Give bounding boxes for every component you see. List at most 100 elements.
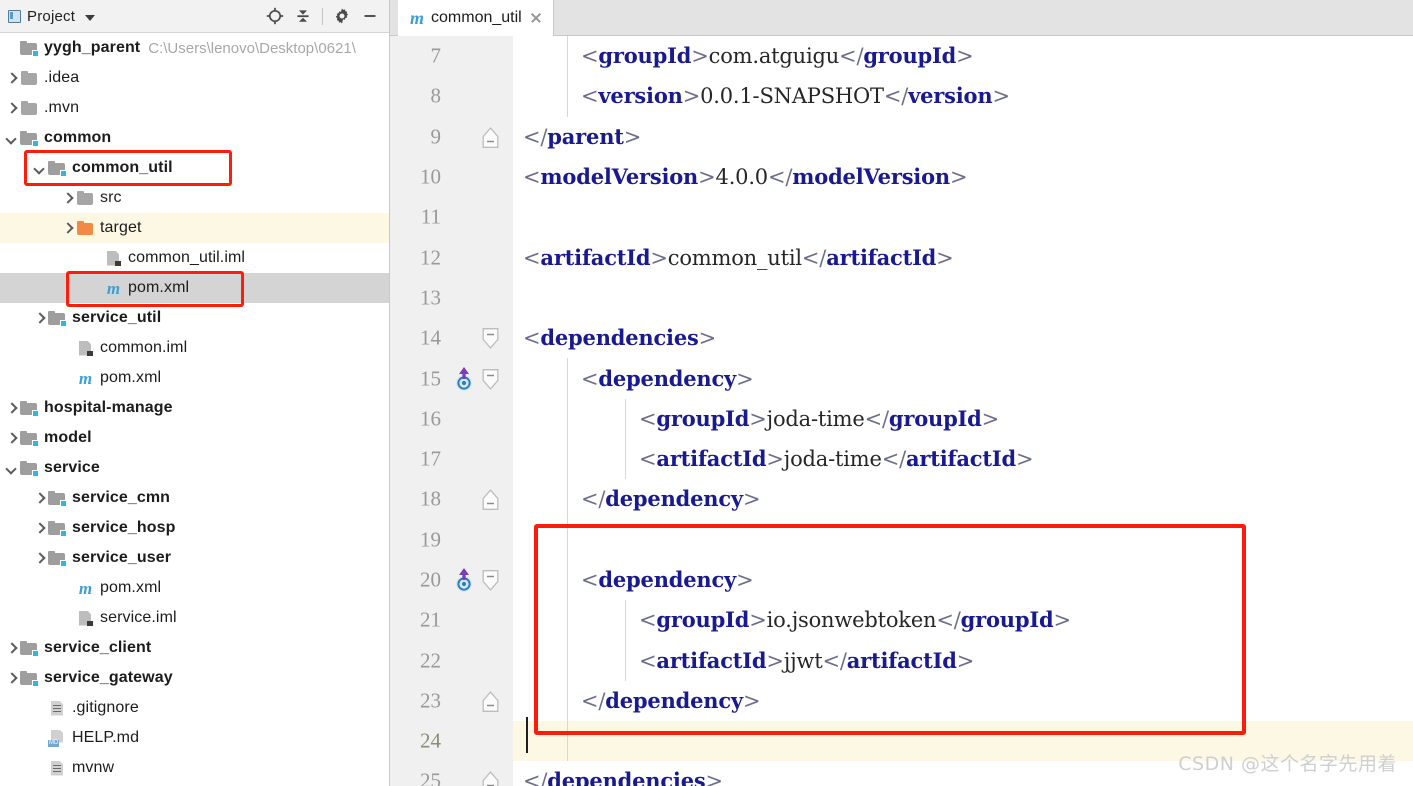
project-tree[interactable]: yygh_parent C:\Users\lenovo\Desktop\0621\… <box>0 33 389 786</box>
code-token: joda-time <box>783 447 882 472</box>
maven-dependency-marker-icon[interactable] <box>453 567 475 593</box>
tree-node-service-user[interactable]: service_user <box>0 543 389 573</box>
tree-node-pom-xml[interactable]: m pom.xml <box>0 363 389 393</box>
code-line-17[interactable]: 17 < artifactId > joda-time </artifactId > <box>390 438 1413 480</box>
locate-in-tree-icon[interactable] <box>262 3 288 29</box>
code-line-12[interactable]: 12 < artifactId > common_util </artifactId > <box>390 237 1413 278</box>
tree-node-pom-xml[interactable]: m pom.xml <box>0 273 389 303</box>
tree-toggle-right-icon[interactable] <box>4 101 18 115</box>
tree-node-pom-xml[interactable]: m pom.xml <box>0 573 389 603</box>
editor-gutter[interactable]: 23 <box>390 680 513 722</box>
editor-gutter[interactable]: 7 <box>390 36 513 77</box>
tree-node-idea[interactable]: .idea <box>0 63 389 93</box>
editor-gutter[interactable]: 15 <box>390 358 513 399</box>
editor-gutter[interactable]: 17 <box>390 438 513 480</box>
code-fold-end-icon[interactable] <box>482 126 499 148</box>
tree-node-gitignore[interactable]: .gitignore <box>0 693 389 723</box>
code-line-14[interactable]: 14 < dependencies > <box>390 318 1413 359</box>
minimize-icon[interactable] <box>357 3 383 29</box>
editor-gutter[interactable]: 13 <box>390 277 513 319</box>
close-icon[interactable] <box>529 11 543 25</box>
tree-toggle-right-icon[interactable] <box>4 71 18 85</box>
tree-node-yygh-parent[interactable]: yygh_parent C:\Users\lenovo\Desktop\0621\ <box>0 33 389 63</box>
tree-node-common-iml[interactable]: common.iml <box>0 333 389 363</box>
tree-toggle-down-icon[interactable] <box>4 461 18 475</box>
tab-common-util[interactable]: m common_util <box>398 0 554 36</box>
code-line-23[interactable]: 23 </dependency > <box>390 680 1413 722</box>
code-line-7[interactable]: 7 < groupId > com.atguigu </groupId > <box>390 36 1413 77</box>
tree-node-hospital-manage[interactable]: hospital-manage <box>0 393 389 423</box>
code-line-16[interactable]: 16 < groupId > joda-time </groupId > <box>390 398 1413 439</box>
tree-node-mvnw[interactable]: mvnw <box>0 753 389 783</box>
code-token: dependency <box>598 365 737 391</box>
tree-node-target[interactable]: target <box>0 213 389 243</box>
code-line-20[interactable]: 20 < dependency > <box>390 559 1413 601</box>
tree-toggle-right-icon[interactable] <box>60 191 74 205</box>
editor-gutter[interactable]: 12 <box>390 237 513 278</box>
code-line-10[interactable]: 10 < modelVersion >4.0.0 </modelVersion > <box>390 156 1413 198</box>
editor-gutter[interactable]: 8 <box>390 76 513 117</box>
code-line-18[interactable]: 18 </dependency > <box>390 479 1413 520</box>
code-line-19[interactable]: 19 <box>390 519 1413 560</box>
tree-node-mvn[interactable]: .mvn <box>0 93 389 123</box>
editor-gutter[interactable]: 10 <box>390 156 513 198</box>
code-line-21[interactable]: 21 < groupId > io.jsonwebtoken </groupId > <box>390 600 1413 641</box>
editor-gutter[interactable]: 11 <box>390 197 513 238</box>
maven-dependency-marker-icon[interactable] <box>453 366 475 392</box>
editor-gutter[interactable]: 20 <box>390 559 513 601</box>
code-line-22[interactable]: 22 < artifactId > jjwt </artifactId > <box>390 640 1413 681</box>
tree-toggle-right-icon[interactable] <box>4 671 18 685</box>
tree-node-service-cmn[interactable]: service_cmn <box>0 483 389 513</box>
tree-node-common-util-iml[interactable]: common_util.iml <box>0 243 389 273</box>
code-token: joda-time <box>766 406 865 431</box>
tree-toggle-down-icon[interactable] <box>4 131 18 145</box>
editor-gutter[interactable]: 18 <box>390 479 513 520</box>
code-editor[interactable]: 7 < groupId > com.atguigu </groupId >8 < version… <box>390 36 1413 786</box>
tree-node-service[interactable]: service <box>0 453 389 483</box>
tree-toggle-right-icon[interactable] <box>4 431 18 445</box>
tree-toggle-right-icon[interactable] <box>32 551 46 565</box>
tree-toggle-right-icon[interactable] <box>4 401 18 415</box>
code-line-11[interactable]: 11 <box>390 197 1413 238</box>
editor-gutter[interactable]: 9 <box>390 116 513 157</box>
editor-gutter[interactable]: 25 <box>390 761 513 786</box>
tree-toggle-right-icon[interactable] <box>4 641 18 655</box>
tree-node-help-md[interactable]: MD HELP.md <box>0 723 389 753</box>
code-token: > <box>956 44 974 69</box>
code-fold-end-icon[interactable] <box>482 489 499 511</box>
tree-node-model[interactable]: model <box>0 423 389 453</box>
collapse-all-icon[interactable] <box>290 3 316 29</box>
code-line-15[interactable]: 15 < dependency > <box>390 358 1413 399</box>
tree-node-service-client[interactable]: service_client <box>0 633 389 663</box>
tree-node-service-iml[interactable]: service.iml <box>0 603 389 633</box>
tree-node-label: service_user <box>72 549 172 566</box>
tree-node-src[interactable]: src <box>0 183 389 213</box>
code-fold-start-icon[interactable] <box>482 368 499 390</box>
code-line-9[interactable]: 9 </parent > <box>390 116 1413 157</box>
tree-toggle-right-icon[interactable] <box>60 221 74 235</box>
code-fold-end-icon[interactable] <box>482 690 499 712</box>
tree-toggle-right-icon[interactable] <box>32 311 46 325</box>
editor-gutter[interactable]: 24 <box>390 721 513 762</box>
tree-toggle-right-icon[interactable] <box>32 491 46 505</box>
tree-node-service-hosp[interactable]: service_hosp <box>0 513 389 543</box>
editor-gutter[interactable]: 14 <box>390 318 513 359</box>
editor-gutter[interactable]: 22 <box>390 640 513 681</box>
editor-gutter[interactable]: 19 <box>390 519 513 560</box>
editor-gutter[interactable]: 16 <box>390 398 513 439</box>
tree-toggle-down-icon[interactable] <box>32 161 46 175</box>
code-line-8[interactable]: 8 < version >0.0.1-SNAPSHOT </version > <box>390 76 1413 117</box>
code-fold-start-icon[interactable] <box>482 328 499 350</box>
tree-node-service-util[interactable]: service_util <box>0 303 389 333</box>
code-fold-end-icon[interactable] <box>482 771 499 786</box>
tree-node-common[interactable]: common <box>0 123 389 153</box>
tree-toggle-right-icon[interactable] <box>32 521 46 535</box>
tree-node-service-gateway[interactable]: service_gateway <box>0 663 389 693</box>
editor-gutter[interactable]: 21 <box>390 600 513 641</box>
tree-node-common-util[interactable]: common_util <box>0 153 389 183</box>
code-fold-start-icon[interactable] <box>482 570 499 591</box>
gear-icon[interactable] <box>329 3 355 29</box>
chevron-down-icon[interactable] <box>85 14 96 21</box>
code-line-13[interactable]: 13 <box>390 277 1413 319</box>
